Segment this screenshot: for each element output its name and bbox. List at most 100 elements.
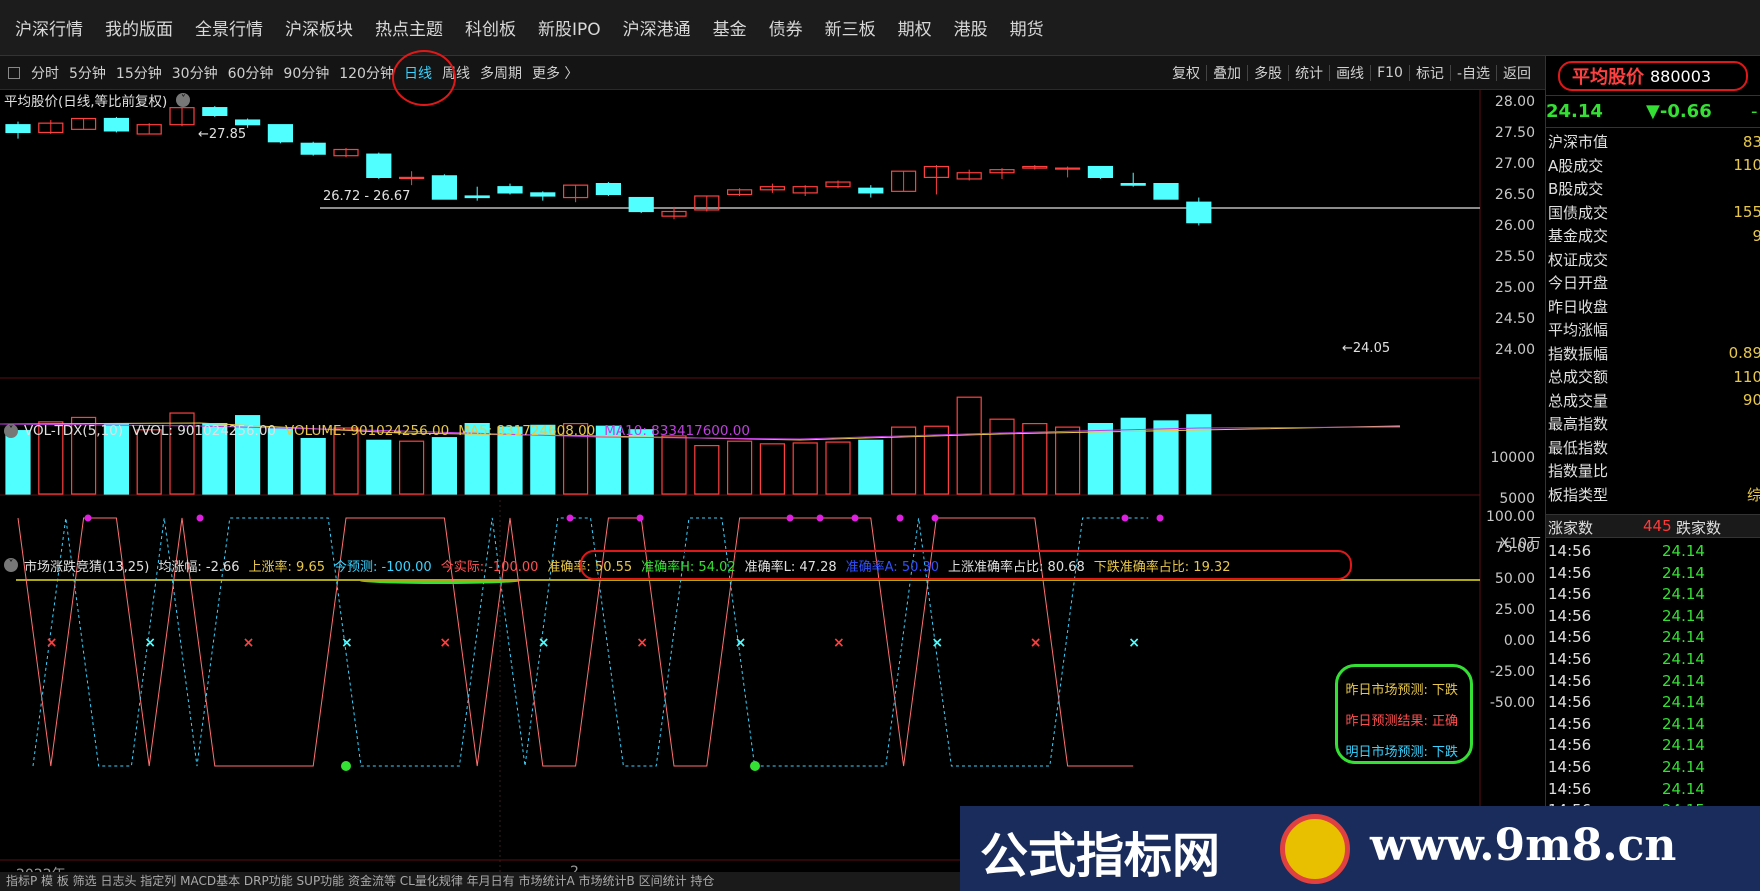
stat-row: B股成交 (1546, 177, 1760, 201)
ind-pred: 今预测: -100.00 (334, 559, 432, 575)
stat-row: 最高指数 (1546, 412, 1760, 436)
cross-mark: × (735, 635, 747, 651)
bottom-tabbar[interactable]: 指标P 模 板 筛选 日志头 指定列 MACD基本 DRP功能 SUP功能 资金… (0, 872, 960, 891)
tick-time: 14:56 (1548, 671, 1592, 690)
candle-body (1087, 165, 1114, 179)
period-tab[interactable]: 更多 〉 (527, 63, 583, 83)
period-tab[interactable]: 多周期 (475, 63, 527, 83)
period-tab[interactable]: 60分钟 (223, 63, 279, 83)
price-tick: 28.00 (1494, 94, 1535, 110)
nav-item[interactable]: 期货 (999, 15, 1055, 40)
toolbar-button[interactable]: 复权 (1166, 63, 1206, 83)
nav-item[interactable]: 债券 (758, 15, 814, 40)
toolbar-button[interactable]: 统计 (1289, 63, 1329, 83)
price-tick: 24.00 (1494, 342, 1535, 358)
green-dot (341, 761, 351, 771)
tick-price: 24.14 (1662, 757, 1705, 776)
candle-body (267, 124, 293, 143)
stat-value: 110 (1733, 367, 1760, 386)
volume-bar (366, 439, 392, 495)
tick-time: 14:56 (1548, 693, 1592, 712)
volume-bar (1153, 420, 1179, 495)
candle-body (497, 186, 523, 194)
tick-time: 14:56 (1548, 736, 1592, 755)
candle-body (1054, 167, 1081, 170)
toolbar-button[interactable]: 叠加 (1207, 63, 1247, 83)
nav-item[interactable]: 新股IPO (527, 15, 612, 40)
tick-list[interactable]: 14:56 24.14 14:56 24.14 14:56 24.14 14:56 24.14… (1546, 542, 1760, 823)
cross-mark: × (341, 635, 353, 651)
chevron-down-icon[interactable]: ˅ (4, 558, 18, 572)
price-tick: 25.50 (1494, 249, 1535, 265)
nav-item[interactable]: 港股 (943, 15, 999, 40)
hline-label: 26.72 - 26.67 (323, 189, 410, 204)
tick-time: 14:56 (1548, 606, 1592, 625)
nav-item[interactable]: 期权 (887, 15, 943, 40)
stat-row: 权证成交 (1546, 248, 1760, 272)
main-chart-legend: 平均股价(日线,等比前复权) ˅ (4, 90, 199, 110)
toolbar-button[interactable]: 返回 (1497, 63, 1537, 83)
ind-up: 上涨率: 9.65 (248, 559, 325, 575)
vol-ma10: MA10: 833417600.00 (604, 423, 750, 439)
rise-count: 445 (1643, 517, 1672, 535)
cross-mark: × (833, 635, 845, 651)
toolbar-button[interactable]: 多股 (1248, 63, 1288, 83)
period-tab[interactable]: 分时 (26, 63, 64, 83)
stat-value: 0.89 (1728, 344, 1760, 363)
volume-bar (694, 445, 720, 495)
vol-vvol: VVOL: 901024256.00 (132, 423, 277, 439)
period-tab[interactable]: 30分钟 (167, 63, 223, 83)
tick-time: 14:56 (1548, 585, 1592, 604)
toolbar-button[interactable]: 画线 (1330, 63, 1370, 83)
ind-tick: -25.00 (1489, 664, 1535, 680)
nav-item[interactable]: 热点主题 (364, 15, 454, 40)
tick-price: 24.14 (1662, 585, 1705, 604)
nav-item[interactable]: 我的版面 (94, 15, 184, 40)
volume-bar (759, 443, 786, 495)
toolbar-button[interactable]: F10 (1371, 65, 1409, 81)
period-tab[interactable]: 90分钟 (278, 63, 334, 83)
stat-row: 平均涨幅 (1546, 318, 1760, 342)
quote-change: ▼-0.66 (1646, 101, 1712, 122)
chevron-down-icon[interactable]: ˅ (176, 93, 191, 107)
nav-item[interactable]: 沪深板块 (274, 15, 364, 40)
nav-item[interactable]: 沪深行情 (4, 15, 94, 40)
stat-row: 指数量比 (1546, 459, 1760, 483)
period-tab[interactable]: 5分钟 (64, 63, 111, 83)
tick-price: 24.14 (1662, 714, 1705, 733)
chevron-down-icon[interactable]: ˅ (4, 424, 18, 438)
period-tab[interactable]: 15分钟 (111, 63, 167, 83)
panel-toggle-icon[interactable] (8, 67, 20, 79)
volume-bar (661, 435, 687, 495)
nav-item[interactable]: 沪深港通 (612, 15, 702, 40)
toolbar-button[interactable]: 标记 (1410, 63, 1450, 83)
cross-mark: × (636, 635, 648, 651)
nav-item[interactable]: 全景行情 (184, 15, 274, 40)
cross-mark: × (1128, 635, 1140, 651)
tick-price: 24.14 (1662, 693, 1705, 712)
ind-tick: -50.00 (1489, 695, 1535, 711)
cross-mark: × (144, 635, 156, 651)
chart-svg[interactable]: 26.72 - 26.67 ←27.85 ←24.05 × × × × × × × × × × × × (0, 90, 1545, 891)
stat-label: 总成交量 (1548, 391, 1609, 410)
magenta-dot (931, 514, 939, 522)
tick-time: 14:56 (1548, 649, 1592, 668)
tick-time: 14:56 (1548, 542, 1592, 560)
candle-body (1153, 182, 1179, 200)
price-tick: 26.00 (1494, 218, 1535, 234)
yesterday-prediction: 昨日市场预测: 下跌 (1345, 683, 1458, 698)
period-tab[interactable]: 120分钟 (334, 63, 399, 83)
toolbar-button[interactable]: -自选 (1451, 63, 1496, 83)
quote-title[interactable]: 平均股价 880003 (1558, 61, 1748, 91)
candle-body (464, 195, 490, 199)
nav-item[interactable]: 新三板 (814, 15, 887, 40)
stat-label: 今日开盘 (1548, 274, 1609, 293)
vol-tick: 10000 (1490, 450, 1535, 466)
stat-row: 国债成交 155 (1546, 201, 1760, 225)
stat-row: 昨日收盘 (1546, 295, 1760, 319)
ind-actual: 今实际: -100.00 (440, 559, 539, 575)
nav-item[interactable]: 基金 (702, 15, 758, 40)
nav-item[interactable]: 科创板 (454, 15, 527, 40)
prediction-box: 昨日市场预测: 下跌 昨日预测结果: 正确 明日市场预测: 下跌 (1335, 664, 1473, 764)
stat-label: 最低指数 (1548, 438, 1609, 457)
